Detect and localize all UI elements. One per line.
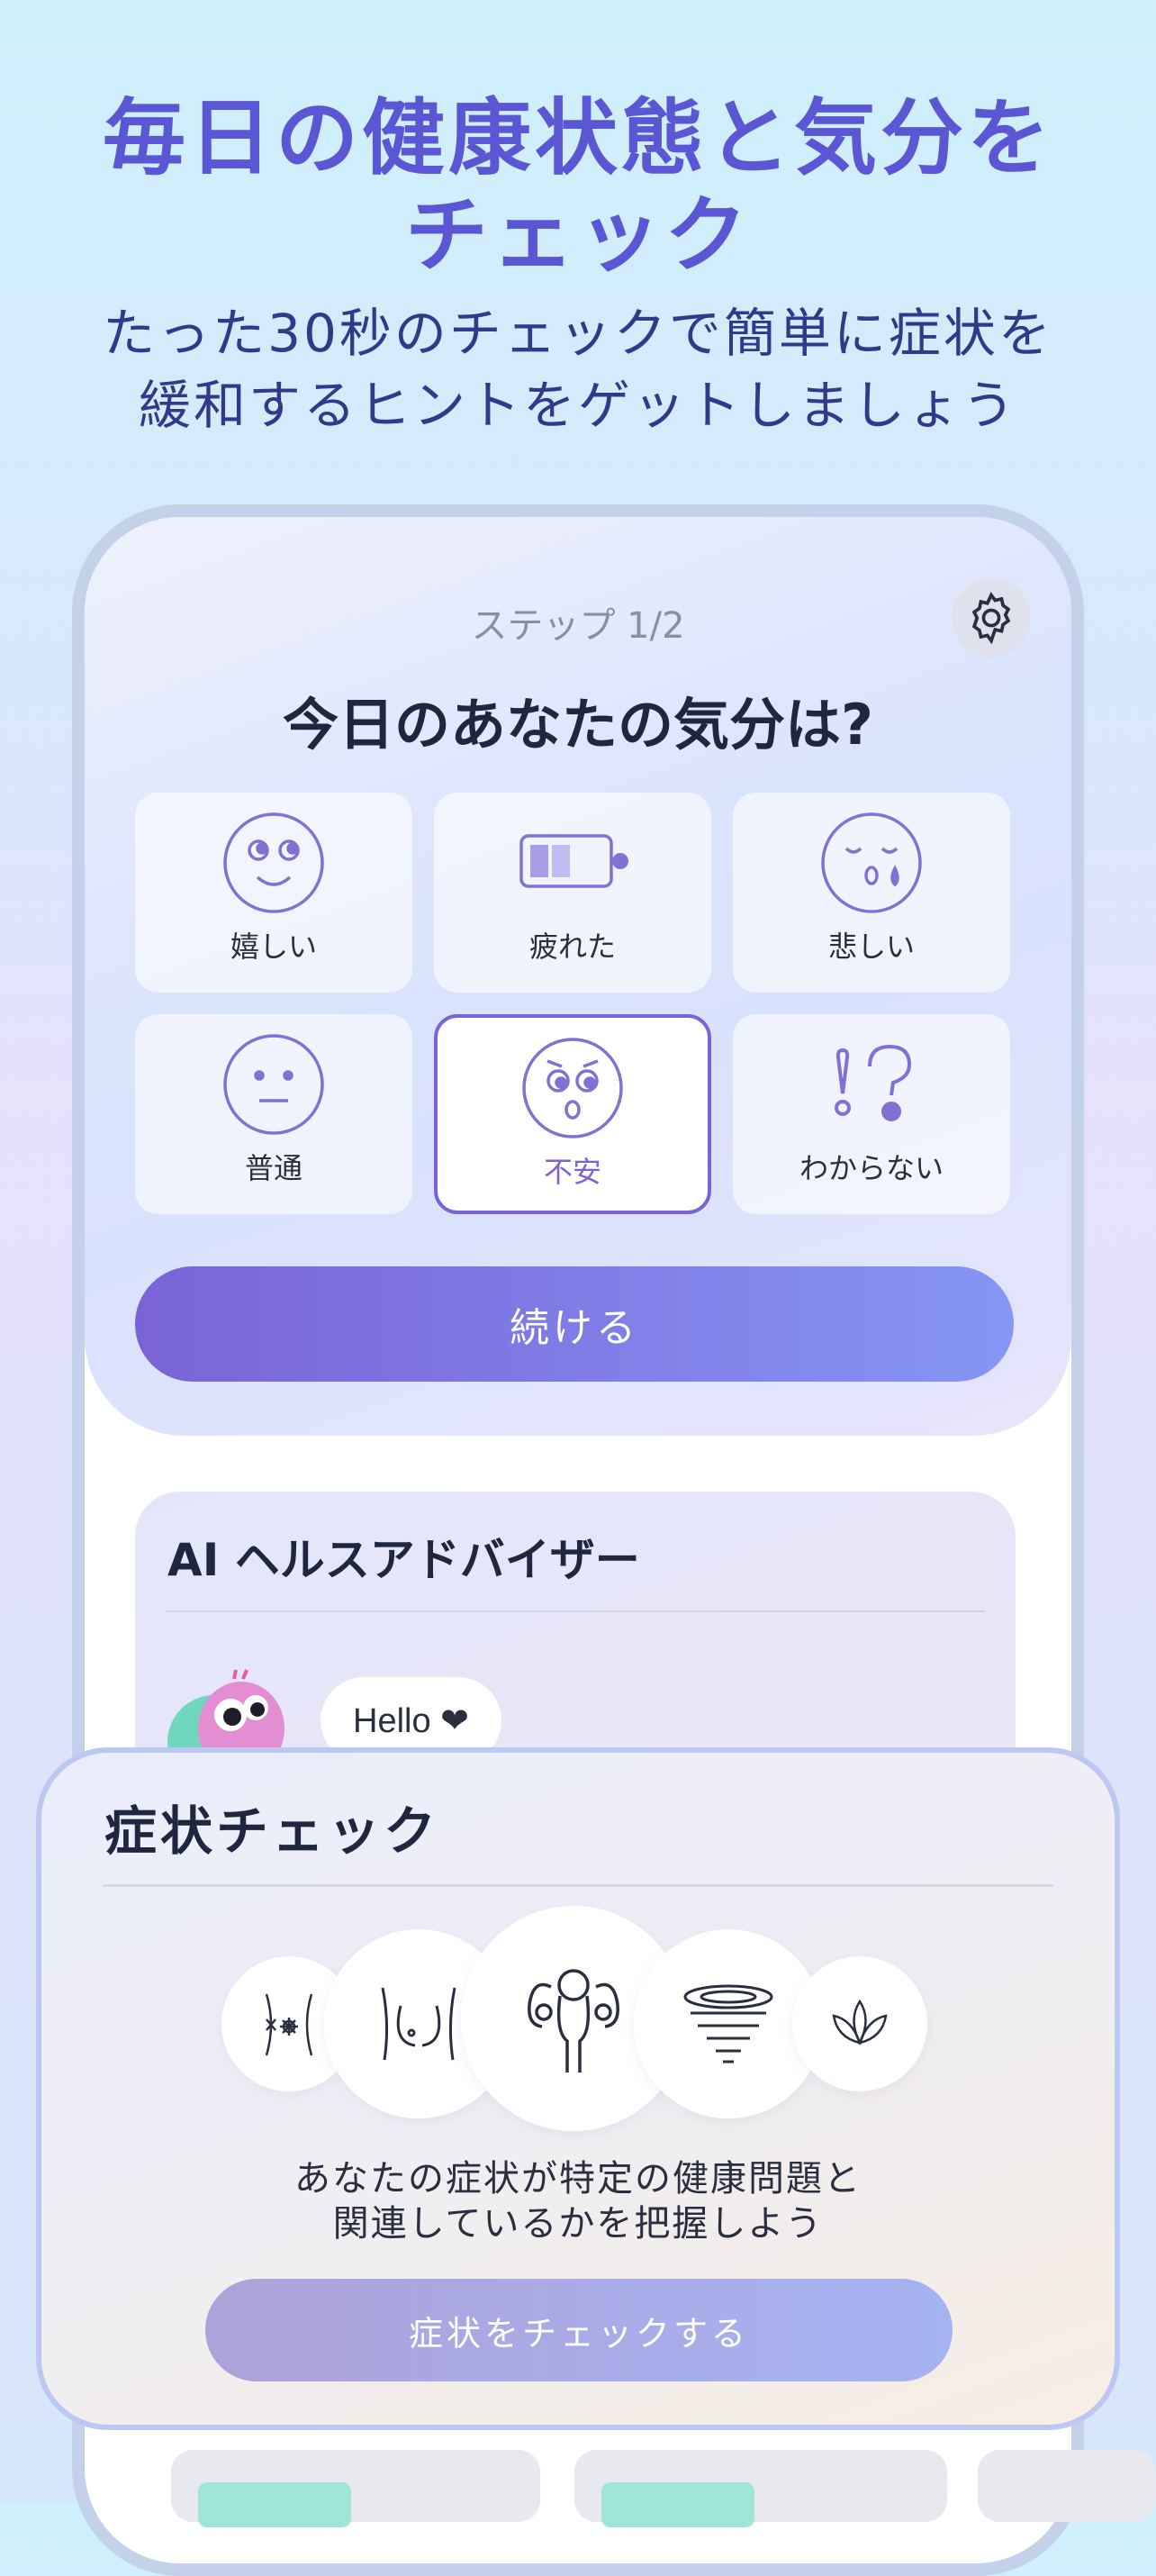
exclaim-question-icon bbox=[835, 1044, 912, 1121]
symptom-lotus[interactable] bbox=[792, 1956, 927, 2091]
breast-icon bbox=[381, 1987, 456, 2061]
symptom-description-line-2: 関連しているかを把握しよう bbox=[332, 2203, 824, 2245]
article-card[interactable] bbox=[978, 2450, 1156, 2522]
gear-icon bbox=[971, 592, 1011, 645]
symptom-check-card: 症状チェック あなたの症状が特定の健康問題と 関連しているかを把握しよう 症状を… bbox=[36, 1747, 1120, 2430]
mood-option-sad[interactable]: 悲しい bbox=[733, 793, 1010, 993]
symptom-description-line-1: あなたの症状が特定の健康問題と bbox=[294, 2158, 862, 2200]
subheadline: たった30秒のチェックで簡単に症状を 緩和するヒントをゲットしましょう bbox=[0, 297, 1156, 441]
mood-label: 疲れた bbox=[528, 930, 616, 964]
tornado-icon bbox=[683, 1984, 773, 2064]
greeting-text: Hello ❤ bbox=[353, 1701, 469, 1740]
headline-line-1: 毎日の健康状態と気分を bbox=[102, 90, 1053, 186]
subheadline-line-1: たった30秒のチェックで簡単に症状を bbox=[103, 303, 1053, 364]
divider bbox=[166, 1610, 985, 1612]
uterus-icon bbox=[528, 1969, 619, 2073]
low-battery-icon bbox=[519, 834, 628, 888]
article-card[interactable] bbox=[574, 2450, 947, 2527]
mood-option-neutral[interactable]: 普通 bbox=[135, 1014, 412, 1214]
mood-question: 今日のあなたの気分は? bbox=[283, 692, 873, 757]
headline: 毎日の健康状態と気分を チェック bbox=[0, 90, 1156, 285]
subheadline-line-2: 緩和するヒントをゲットしましょう bbox=[138, 375, 1017, 436]
abdomen-icon bbox=[265, 1993, 313, 2056]
check-symptoms-button[interactable]: 症状をチェックする bbox=[205, 2279, 953, 2381]
step-indicator: ステップ 1/2 bbox=[471, 605, 685, 647]
mood-label: 不安 bbox=[543, 1155, 601, 1189]
settings-button[interactable] bbox=[952, 578, 1031, 658]
symptom-check-title: 症状チェック bbox=[104, 1800, 440, 1862]
symptom-description: あなたの症状が特定の健康問題と 関連しているかを把握しよう bbox=[41, 2156, 1115, 2246]
continue-button[interactable]: 続ける bbox=[135, 1266, 1014, 1382]
anxious-face-icon bbox=[522, 1038, 623, 1138]
ai-advisor-title: AI ヘルスアドバイザー bbox=[167, 1534, 640, 1586]
mood-check-panel: ステップ 1/2 今日のあなたの気分は? 嬉しい 疲れた 悲しい 普通 不安 わ… bbox=[85, 517, 1071, 1436]
happy-face-icon bbox=[223, 812, 324, 913]
neutral-face-icon bbox=[223, 1034, 324, 1135]
divider bbox=[103, 1884, 1053, 1887]
lotus-icon bbox=[832, 1999, 888, 2045]
headline-line-2: チェック bbox=[404, 187, 751, 284]
mood-label: 嬉しい bbox=[230, 930, 317, 964]
mood-label: 普通 bbox=[244, 1151, 303, 1185]
mood-option-anxious[interactable]: 不安 bbox=[434, 1014, 711, 1214]
article-tag bbox=[198, 2482, 351, 2527]
mood-options: 嬉しい 疲れた 悲しい 普通 不安 わからない bbox=[135, 793, 1021, 1216]
mood-option-unsure[interactable]: わからない bbox=[733, 1014, 1010, 1214]
mood-option-tired[interactable]: 疲れた bbox=[434, 793, 711, 993]
article-tag bbox=[601, 2482, 754, 2527]
article-card[interactable] bbox=[171, 2450, 540, 2527]
mood-option-happy[interactable]: 嬉しい bbox=[135, 793, 412, 993]
sad-face-icon bbox=[821, 812, 922, 913]
mood-label: わからない bbox=[799, 1151, 944, 1185]
mood-label: 悲しい bbox=[827, 930, 915, 964]
